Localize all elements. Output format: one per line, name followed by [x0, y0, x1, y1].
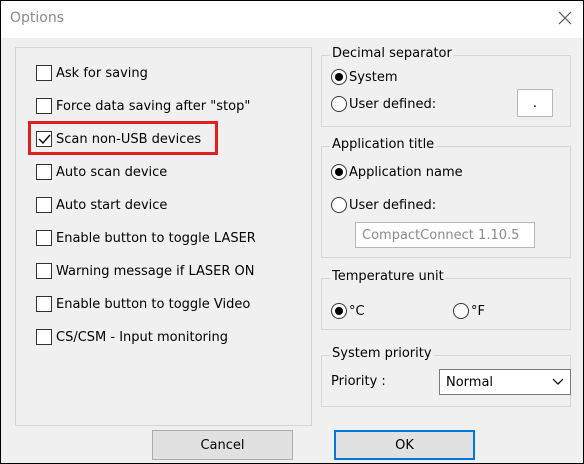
checkbox-label: Warning message if LASER ON [56, 263, 255, 279]
dialog-title: Options [10, 10, 65, 26]
radio-button[interactable] [331, 197, 347, 213]
group-title: Application title [330, 137, 437, 152]
checkbox-label: Ask for saving [56, 65, 148, 81]
checkbox-auto-scan-device[interactable]: Auto scan device [36, 162, 167, 182]
checkbox-label: Enable button to toggle LASER [56, 230, 256, 246]
checkbox-input-monitoring[interactable]: CS/CSM - Input monitoring [36, 327, 228, 347]
ok-button-label: OK [395, 437, 414, 453]
decimal-separator-value: . [532, 95, 538, 111]
priority-label: Priority : [331, 374, 386, 389]
radio-label: Application name [349, 164, 463, 180]
checkbox-label: Force data saving after "stop" [56, 98, 251, 114]
checkbox-laser-warning[interactable]: Warning message if LASER ON [36, 261, 254, 281]
checkbox-label: Enable button to toggle Video [56, 296, 251, 312]
checkbox-box[interactable] [36, 329, 52, 345]
checkbox-label: Auto start device [56, 197, 168, 213]
radio-label: °F [471, 303, 485, 319]
radio-decimal-user-defined[interactable]: User defined: [331, 94, 436, 114]
title-bar: Options [1, 1, 583, 38]
close-icon[interactable] [557, 10, 573, 26]
radio-celsius[interactable]: °C [331, 301, 365, 321]
radio-button[interactable] [331, 303, 347, 319]
decimal-separator-input[interactable]: . [517, 89, 553, 117]
radio-fahrenheit[interactable]: °F [453, 301, 485, 321]
checkbox-toggle-video[interactable]: Enable button to toggle Video [36, 294, 250, 314]
radio-button[interactable] [331, 96, 347, 112]
checkbox-box[interactable] [36, 98, 52, 114]
radio-button[interactable] [331, 164, 347, 180]
radio-label: User defined: [349, 197, 437, 213]
options-dialog: Options Ask for saving Force data saving… [0, 0, 584, 464]
radio-label: System [349, 69, 398, 85]
chevron-down-icon [552, 378, 564, 385]
checkbox-box[interactable] [36, 263, 52, 279]
radio-label: °C [349, 303, 365, 319]
app-title-value: CompactConnect 1.10.5 [362, 227, 520, 243]
checkbox-label: CS/CSM - Input monitoring [56, 329, 228, 345]
checkbox-box[interactable] [36, 65, 52, 81]
checkbox-box[interactable] [36, 296, 52, 312]
cancel-button-label: Cancel [200, 437, 245, 453]
ok-button[interactable]: OK [334, 430, 475, 460]
checkbox-box[interactable] [36, 230, 52, 246]
radio-app-name[interactable]: Application name [331, 162, 463, 182]
checkbox-box[interactable] [36, 197, 52, 213]
checkbox-toggle-laser[interactable]: Enable button to toggle LASER [36, 228, 256, 248]
app-title-input[interactable]: CompactConnect 1.10.5 [355, 222, 535, 248]
checkbox-force-data-saving[interactable]: Force data saving after "stop" [36, 96, 250, 116]
group-title: Temperature unit [330, 269, 446, 284]
highlight-annotation [28, 121, 218, 155]
group-title: Decimal separator [330, 46, 454, 61]
cancel-button[interactable]: Cancel [152, 430, 293, 460]
priority-select[interactable]: Normal [439, 369, 571, 395]
checkbox-box[interactable] [36, 164, 52, 180]
checkbox-label: Auto scan device [56, 164, 168, 180]
radio-decimal-system[interactable]: System [331, 67, 397, 87]
priority-value: Normal [446, 374, 494, 390]
radio-button[interactable] [453, 303, 469, 319]
radio-button[interactable] [331, 69, 347, 85]
radio-label: User defined: [349, 96, 437, 112]
group-title: System priority [330, 346, 434, 361]
checkbox-auto-start-device[interactable]: Auto start device [36, 195, 167, 215]
radio-app-user-defined[interactable]: User defined: [331, 195, 436, 215]
checkbox-ask-for-saving[interactable]: Ask for saving [36, 63, 148, 83]
